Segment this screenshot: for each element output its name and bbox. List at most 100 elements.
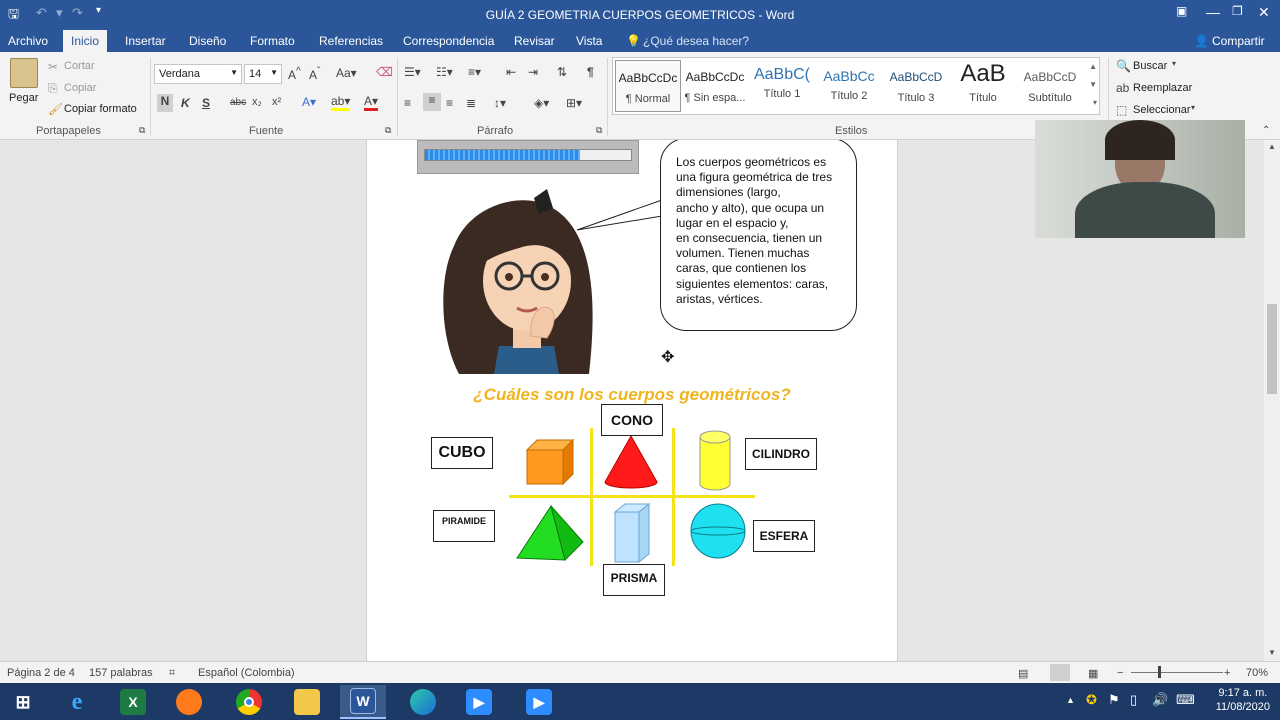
change-case-icon[interactable]: Aa▾: [336, 66, 357, 80]
print-layout-icon[interactable]: [1050, 664, 1070, 681]
zoom-out-icon[interactable]: −: [1117, 667, 1123, 679]
tell-me-input[interactable]: ¿Qué desea hacer?: [643, 34, 749, 48]
borders-icon[interactable]: ⊞▾: [566, 96, 582, 110]
ribbon-display-icon[interactable]: ▣: [1176, 4, 1187, 18]
bullets-icon[interactable]: ☰▾: [404, 65, 421, 79]
decrease-indent-icon[interactable]: ⇤: [506, 65, 516, 79]
style-subtitle[interactable]: AaBbCcD Subtítulo: [1017, 60, 1083, 112]
subscript-button[interactable]: x₂: [252, 96, 262, 108]
flag-icon[interactable]: ⚑: [1108, 692, 1120, 708]
clipboard-launcher-icon[interactable]: ⧉: [139, 125, 145, 136]
align-right-icon[interactable]: ≡: [446, 96, 453, 110]
taskbar-explorer[interactable]: [284, 685, 330, 719]
taskbar-excel[interactable]: X: [110, 685, 156, 719]
scrollbar-thumb[interactable]: [1267, 304, 1277, 394]
minimize-icon[interactable]: —: [1206, 4, 1220, 20]
tab-correspondencia[interactable]: Correspondencia: [403, 34, 494, 48]
copy-button[interactable]: Copiar: [64, 82, 96, 94]
volume-icon[interactable]: 🔊: [1152, 692, 1168, 708]
collapse-ribbon-icon[interactable]: ⌃: [1262, 125, 1270, 136]
style-title[interactable]: AaB Título: [950, 60, 1016, 112]
tab-archivo[interactable]: Archivo: [8, 34, 48, 48]
paragraph-launcher-icon[interactable]: ⧉: [596, 125, 602, 136]
styles-scroll-up-icon[interactable]: ▲: [1089, 62, 1097, 71]
find-button[interactable]: Buscar: [1133, 60, 1167, 72]
zoom-slider-thumb[interactable]: [1158, 666, 1161, 678]
shading-icon[interactable]: ◈▾: [534, 96, 549, 110]
show-marks-icon[interactable]: ¶: [587, 65, 594, 79]
font-size-combo[interactable]: 14 ▼: [244, 64, 282, 84]
font-name-combo[interactable]: Verdana ▼: [154, 64, 242, 84]
taskbar-chrome[interactable]: [226, 685, 272, 719]
multilevel-list-icon[interactable]: ≡▾: [468, 65, 481, 79]
style-heading-3[interactable]: AaBbCcD Título 3: [883, 60, 949, 112]
styles-scroll-down-icon[interactable]: ▼: [1089, 80, 1097, 89]
align-center-icon[interactable]: ≡: [423, 93, 441, 111]
zoom-in-icon[interactable]: +: [1224, 667, 1230, 679]
tab-inicio[interactable]: Inicio: [63, 30, 108, 52]
taskbar-firefox[interactable]: [166, 685, 212, 719]
taskbar-ie[interactable]: e: [54, 685, 100, 719]
underline-button[interactable]: S: [202, 96, 210, 110]
tab-revisar[interactable]: Revisar: [514, 34, 555, 48]
read-mode-icon[interactable]: ▤: [1018, 667, 1028, 680]
taskbar-zoom-1[interactable]: ▶: [456, 685, 502, 719]
word-count[interactable]: 157 palabras: [89, 667, 153, 679]
format-painter-button[interactable]: Copiar formato: [64, 103, 137, 115]
scroll-up-icon[interactable]: ▲: [1268, 142, 1276, 151]
style-heading-1[interactable]: AaBbC(Título 1: [749, 60, 815, 112]
increase-indent-icon[interactable]: ⇥: [528, 65, 538, 79]
tab-diseno[interactable]: Diseño: [189, 34, 226, 48]
language[interactable]: Español (Colombia): [198, 667, 295, 679]
tab-formato[interactable]: Formato: [250, 34, 295, 48]
battery-icon[interactable]: ▯: [1130, 692, 1137, 708]
style-heading-2[interactable]: AaBbCc Título 2: [816, 60, 882, 112]
tray-app-icon[interactable]: ✪: [1086, 692, 1097, 708]
italic-button[interactable]: K: [181, 96, 190, 110]
highlight-icon[interactable]: ab▾: [331, 94, 351, 111]
font-launcher-icon[interactable]: ⧉: [385, 125, 391, 136]
styles-more-icon[interactable]: ▾: [1093, 98, 1097, 107]
style-normal[interactable]: AaBbCcDc ¶ Normal: [615, 60, 681, 112]
select-dropdown-icon[interactable]: ▾: [1191, 103, 1195, 112]
zoom-level[interactable]: 70%: [1246, 667, 1268, 679]
select-button[interactable]: Seleccionar: [1133, 104, 1190, 116]
paste-icon[interactable]: [10, 58, 38, 88]
bold-button[interactable]: N: [157, 94, 173, 112]
start-button[interactable]: ⊞: [0, 685, 46, 719]
line-spacing-icon[interactable]: ↕▾: [494, 96, 506, 110]
paste-button[interactable]: Pegar: [9, 92, 38, 104]
share-button[interactable]: Compartir: [1212, 34, 1265, 48]
web-layout-icon[interactable]: ▦: [1088, 667, 1098, 680]
zoom-slider[interactable]: [1131, 672, 1223, 673]
replace-button[interactable]: Reemplazar: [1133, 82, 1192, 94]
clock[interactable]: 9:17 a. m. 11/08/2020: [1216, 686, 1270, 714]
taskbar-word[interactable]: W: [340, 685, 386, 719]
vertical-scrollbar[interactable]: ▲ ▼: [1264, 140, 1280, 661]
numbering-icon[interactable]: ☷▾: [436, 65, 453, 79]
grow-font-icon[interactable]: A^: [288, 66, 301, 82]
superscript-button[interactable]: x²: [272, 96, 281, 108]
shrink-font-icon[interactable]: Aˇ: [309, 66, 320, 82]
close-icon[interactable]: ✕: [1258, 4, 1270, 21]
network-icon[interactable]: ⌨: [1176, 692, 1195, 708]
align-left-icon[interactable]: ≡: [404, 96, 411, 110]
page-count[interactable]: Página 2 de 4: [7, 667, 75, 679]
proofing-icon[interactable]: ⌗: [169, 667, 175, 680]
clear-format-icon[interactable]: ⌫: [376, 65, 393, 79]
restore-icon[interactable]: ❐: [1232, 4, 1243, 18]
tab-referencias[interactable]: Referencias: [319, 34, 383, 48]
style-no-spacing[interactable]: AaBbCcDc ¶ Sin espa...: [682, 60, 748, 112]
find-dropdown-icon[interactable]: ▾: [1172, 59, 1176, 68]
taskbar-edge[interactable]: [400, 685, 446, 719]
font-color-icon[interactable]: A▾: [364, 94, 379, 111]
tab-insertar[interactable]: Insertar: [125, 34, 166, 48]
tab-vista[interactable]: Vista: [576, 34, 602, 48]
justify-icon[interactable]: ≣: [466, 96, 476, 110]
cut-button[interactable]: Cortar: [64, 60, 95, 72]
taskbar-zoom-2[interactable]: ▶: [516, 685, 562, 719]
sort-icon[interactable]: ⇅: [557, 65, 567, 79]
document-page[interactable]: Los cuerpos geométricos es una figura ge…: [366, 140, 898, 661]
text-effects-icon[interactable]: A▾: [302, 95, 316, 109]
tray-expand-icon[interactable]: ▲: [1066, 695, 1075, 705]
